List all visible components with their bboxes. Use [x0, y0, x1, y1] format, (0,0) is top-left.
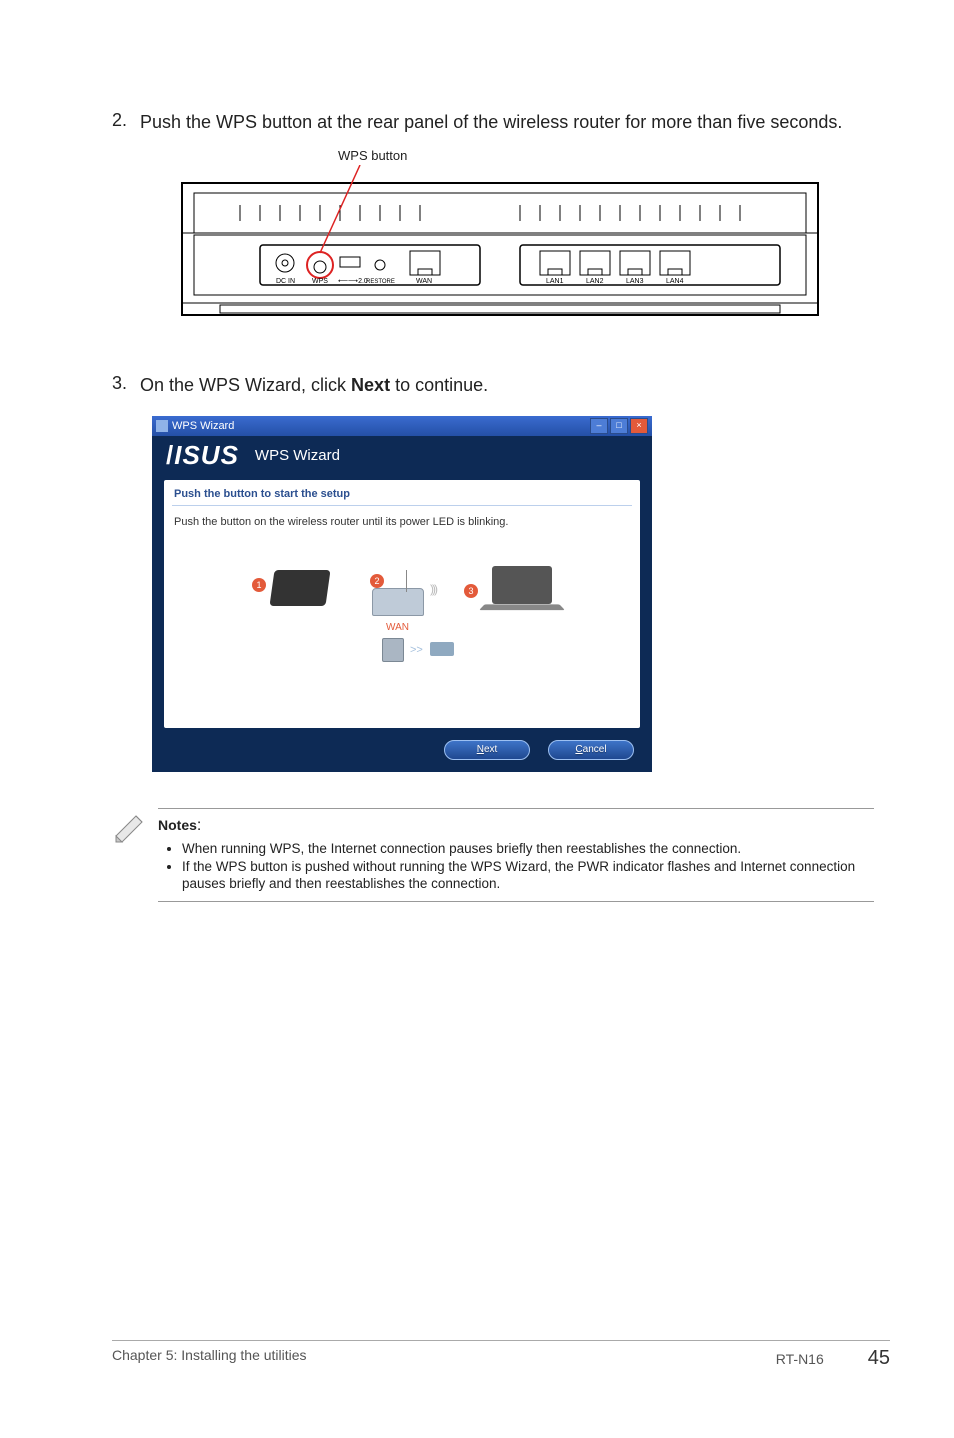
usb-device-icon: [382, 638, 404, 662]
svg-text:⟵⟶2.0: ⟵⟶2.0: [338, 278, 368, 285]
cancel-button[interactable]: Cancel: [548, 740, 634, 760]
brand-logo: ISUS: [166, 440, 239, 471]
svg-text:DC IN: DC IN: [276, 278, 295, 285]
svg-text:RESTORE: RESTORE: [366, 279, 395, 285]
titlebar: WPS Wizard – □ ×: [152, 416, 652, 436]
panel-instruction: Push the button on the wireless router u…: [172, 506, 632, 532]
svg-text:LAN4: LAN4: [666, 278, 684, 285]
page-number: 45: [868, 1347, 890, 1370]
panel-heading: Push the button to start the setup: [172, 486, 632, 506]
wifi-signal-icon: ))): [430, 582, 436, 596]
step3-text: On the WPS Wizard, click Next to continu…: [140, 373, 488, 397]
maximize-button[interactable]: □: [610, 418, 628, 434]
close-button[interactable]: ×: [630, 418, 648, 434]
note-item: If the WPS button is pushed without runn…: [182, 859, 874, 893]
page-footer: Chapter 5: Installing the utilities RT-N…: [112, 1340, 890, 1370]
notes-heading: Notes: [158, 817, 197, 833]
note-item: When running WPS, the Internet connectio…: [182, 841, 874, 858]
wizard-header: WPS Wizard: [255, 447, 340, 464]
footer-chapter: Chapter 5: Installing the utilities: [112, 1347, 307, 1370]
window-title: WPS Wizard: [172, 420, 590, 432]
router-diagram: WPS button: [180, 148, 820, 325]
footer-model: RT-N16: [776, 1351, 824, 1367]
minimize-button[interactable]: –: [590, 418, 608, 434]
pencil-icon: [112, 812, 158, 851]
modem-icon: 1: [272, 570, 328, 606]
card-icon: [430, 642, 454, 656]
svg-text:LAN2: LAN2: [586, 278, 604, 285]
router-svg: DC IN WPS ⟵⟶2.0 RESTORE WAN LAN1 LAN2 LA…: [180, 165, 820, 325]
wps-wizard-window: WPS Wizard – □ × ISUS WPS Wizard Push th…: [152, 416, 652, 772]
step2-number: 2.: [112, 110, 140, 134]
svg-text:LAN1: LAN1: [546, 278, 564, 285]
step2-text: Push the WPS button at the rear panel of…: [140, 110, 842, 134]
step3-number: 3.: [112, 373, 140, 397]
laptop-icon: 3: [482, 566, 562, 612]
router-icon: 2: [372, 588, 424, 616]
svg-text:LAN3: LAN3: [626, 278, 644, 285]
app-icon: [156, 420, 168, 432]
svg-text:WAN: WAN: [416, 278, 432, 285]
connection-illustration: 1 2 ))) 3 WAN >: [172, 560, 632, 690]
arrows-icon: >>: [410, 644, 423, 656]
wan-label: WAN: [386, 622, 409, 633]
svg-text:WPS: WPS: [312, 278, 328, 285]
wps-button-label: WPS button: [338, 148, 820, 163]
next-button[interactable]: Next: [444, 740, 530, 760]
